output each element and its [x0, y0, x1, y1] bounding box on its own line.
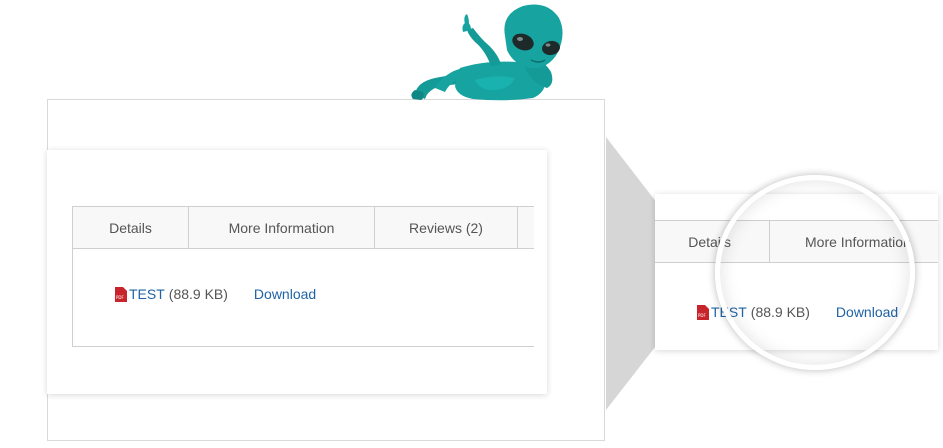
- zoomed-tab-details[interactable]: Details: [655, 221, 770, 262]
- zoomed-tab-more-information[interactable]: More Information: [770, 221, 938, 262]
- zoomed-attachment-file-link[interactable]: TEST: [711, 304, 747, 320]
- pdf-icon: PDF: [697, 304, 709, 320]
- zoomed-attachment-file-size: (88.9 KB): [750, 304, 810, 320]
- zoomed-card: Details More Information PDF TEST (88.9 …: [655, 194, 938, 350]
- alien-mascot-icon: [411, 4, 563, 101]
- zoomed-download-link[interactable]: Download: [836, 304, 898, 320]
- zoomed-tabs-bar: Details More Information: [655, 220, 938, 263]
- zoomed-attachment-row: PDF TEST (88.9 KB) Download: [697, 304, 898, 320]
